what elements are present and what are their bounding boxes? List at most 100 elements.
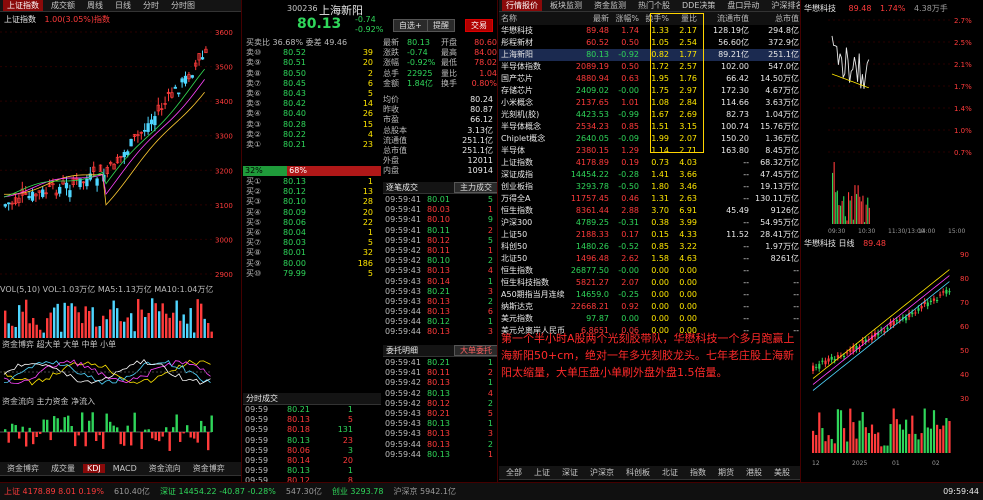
detail-row-price: 80.13 — [287, 435, 310, 445]
index-tab-3[interactable]: 周线 — [83, 0, 107, 11]
ask-row[interactable]: 卖③ 80.28 15 — [243, 120, 381, 130]
table-cell: 100.74 — [721, 122, 749, 131]
index-tab-1[interactable]: 成交额 — [47, 0, 79, 11]
trade-row-price: 80.11 — [427, 225, 450, 235]
ask-row[interactable]: 卖⑩ 80.52 39 — [243, 48, 381, 58]
trades-filter-button[interactable]: 主力成交 — [454, 182, 497, 193]
table-row[interactable]: 上证指数 4178.89 0.19 0.73 4.03 -- 68.32万亿 — [499, 157, 800, 169]
bid-row[interactable]: 买③ 80.10 28 — [243, 197, 381, 207]
table-row[interactable]: 恒生指数 8361.44 2.88 3.70 6.91 45.49 9126亿 — [499, 205, 800, 217]
bid-row[interactable]: 买⑩ 79.99 5 — [243, 269, 381, 279]
bid-label: 买⑤ — [246, 217, 262, 227]
ask-row[interactable]: 卖⑥ 80.43 5 — [243, 89, 381, 99]
table-cell: 0.17 — [621, 230, 639, 239]
table-row[interactable]: A50期指当月连续 14659.0 -0.25 0.00 0.00 -- -- — [499, 289, 800, 301]
table-row[interactable]: 万得全A 11757.45 0.46 1.31 2.63 -- 130.11万亿 — [499, 193, 800, 205]
ask-row[interactable]: 卖① 80.21 23 — [243, 140, 381, 150]
bid-row[interactable]: 买⑦ 80.03 5 — [243, 238, 381, 248]
bid-row[interactable]: 买⑤ 80.06 22 — [243, 218, 381, 228]
index-tab-5[interactable]: 分时 — [139, 0, 163, 11]
ask-row[interactable]: 卖⑧ 80.50 2 — [243, 69, 381, 79]
ind-tab-5[interactable]: 资金流向 — [145, 463, 185, 474]
detail-row-volume: 20 — [342, 455, 353, 465]
flow-bar — [140, 432, 143, 450]
volume-bar — [870, 424, 874, 453]
ask-row[interactable]: 卖④ 80.40 26 — [243, 109, 381, 119]
add-watchlist-button[interactable]: 自选+ — [393, 19, 428, 32]
level2-row-time: 09:59:42 — [385, 378, 421, 388]
bid-row[interactable]: 买⑥ 80.04 1 — [243, 228, 381, 238]
table-bottom-tab[interactable]: 指数 — [686, 467, 710, 478]
ind-tab-0[interactable]: 资金博弈 — [3, 463, 43, 474]
candle-body — [815, 366, 818, 368]
bid-row[interactable]: 买⑨ 80.00 186 — [243, 259, 381, 269]
table-row[interactable]: 北证50 1496.48 2.62 1.58 4.63 -- 8261亿 — [499, 253, 800, 265]
summary-value: -0.74 — [407, 48, 428, 58]
table-cell: 150.20 — [721, 134, 749, 143]
table-row[interactable]: 沪深300 4789.25 -0.31 0.38 3.99 -- 54.95万亿 — [499, 217, 800, 229]
table-cell: 163.80 — [721, 146, 749, 155]
candle-body — [190, 75, 194, 78]
bid-list: 买① 80.13 1 买② 80.12 13 买③ 80.10 28 买④ 80.09 20 买⑤ 80.… — [243, 177, 381, 279]
status-shanghai[interactable]: 上证 4178.89 8.01 0.19% — [4, 486, 104, 497]
table-row[interactable]: 恒生科技指数 5821.27 2.07 0.00 0.00 -- -- — [499, 277, 800, 289]
table-cell: 0.92 — [621, 302, 639, 311]
ind-tab-3[interactable]: MACD — [109, 464, 141, 473]
index-tab-7[interactable]: 分时图 — [167, 0, 199, 11]
ask-row[interactable]: 卖⑨ 80.51 20 — [243, 58, 381, 68]
table-bottom-tab[interactable]: 美股 — [770, 467, 794, 478]
bid-row[interactable]: 买⑧ 80.01 32 — [243, 248, 381, 258]
table-bottom-tab[interactable]: 上证 — [530, 467, 554, 478]
table-cell: 0.85 — [621, 122, 639, 131]
bid-row[interactable]: 买④ 80.09 20 — [243, 208, 381, 218]
trade-row-volume: 9 — [487, 215, 493, 225]
bid-row[interactable]: 买① 80.13 1 — [243, 177, 381, 187]
bid-row[interactable]: 买② 80.12 13 — [243, 187, 381, 197]
table-bottom-tab[interactable]: 科创板 — [622, 467, 654, 478]
table-tab[interactable]: 沪深排名 — [767, 0, 800, 11]
status-shenzhen[interactable]: 深证 14454.22 -40.87 -0.28% — [160, 486, 276, 497]
trade-row-volume: 5 — [487, 235, 493, 245]
table-tab[interactable]: 行情报价 — [502, 0, 542, 11]
table-bottom-tab[interactable]: 全部 — [502, 467, 526, 478]
alert-button[interactable]: 提醒 — [427, 19, 455, 32]
table-cell: 89.48 — [586, 26, 609, 35]
pct-tick: 1.0% — [954, 127, 972, 135]
ind-tab-6[interactable]: 资金博弈 — [189, 463, 229, 474]
table-bottom-tab[interactable]: 沪深京 — [586, 467, 618, 478]
table-row[interactable]: 深证成指 14454.22 -0.28 1.41 3.66 -- 47.45万亿 — [499, 169, 800, 181]
ind-tab-2[interactable]: KDJ — [83, 464, 105, 473]
table-cell: 1.29 — [621, 146, 639, 155]
table-row[interactable]: 上证50 2188.33 0.17 0.15 4.33 11.52 28.41万亿 — [499, 229, 800, 241]
bid-label: 买① — [246, 177, 262, 186]
table-bottom-tab[interactable]: 期货 — [714, 467, 738, 478]
table-bottom-tab[interactable]: 深证 — [558, 467, 582, 478]
table-row[interactable]: 美元指数 97.87 0.00 0.00 0.00 -- -- — [499, 313, 800, 325]
level2-row-price: 80.13 — [427, 449, 450, 459]
volume-bar — [144, 317, 147, 338]
table-row[interactable]: 纳斯达克 22668.21 0.92 0.00 0.00 -- -- — [499, 301, 800, 313]
index-tab-4[interactable]: 日线 — [111, 0, 135, 11]
level2-filter-button[interactable]: 大单委托 — [454, 345, 497, 356]
table-tab[interactable]: 盘口异动 — [723, 0, 763, 11]
status-chinext[interactable]: 创业 3293.78 — [332, 486, 384, 497]
table-tab[interactable]: 热门个股 — [634, 0, 674, 11]
trade-button[interactable]: 交易 — [465, 19, 493, 32]
table-bottom-tab[interactable]: 北证 — [658, 467, 682, 478]
table-bottom-tab[interactable]: 全球 — [798, 467, 800, 478]
trade-row-price: 80.10 — [427, 256, 450, 266]
table-row[interactable]: 恒生指数 26877.50 -0.00 0.00 0.00 -- -- — [499, 265, 800, 277]
table-tab[interactable]: DDE决策 — [678, 0, 719, 11]
ask-row[interactable]: 卖② 80.22 4 — [243, 130, 381, 140]
summary-label: 涨跌 — [383, 48, 399, 58]
table-tab[interactable]: 资金监测 — [590, 0, 630, 11]
trade-row-price: 80.14 — [427, 276, 450, 286]
ask-row[interactable]: 卖⑤ 80.42 14 — [243, 99, 381, 109]
table-row[interactable]: 创业板指 3293.78 -0.50 1.80 3.46 -- 19.13万亿 — [499, 181, 800, 193]
table-tab[interactable]: 板块监测 — [546, 0, 586, 11]
index-tab-0[interactable]: 上证指数 — [3, 0, 43, 11]
table-row[interactable]: 科创50 1480.26 -0.52 0.85 3.22 -- 1.97万亿 — [499, 241, 800, 253]
ask-row[interactable]: 卖⑦ 80.45 6 — [243, 79, 381, 89]
table-bottom-tab[interactable]: 港股 — [742, 467, 766, 478]
ind-tab-1[interactable]: 成交量 — [47, 463, 79, 474]
